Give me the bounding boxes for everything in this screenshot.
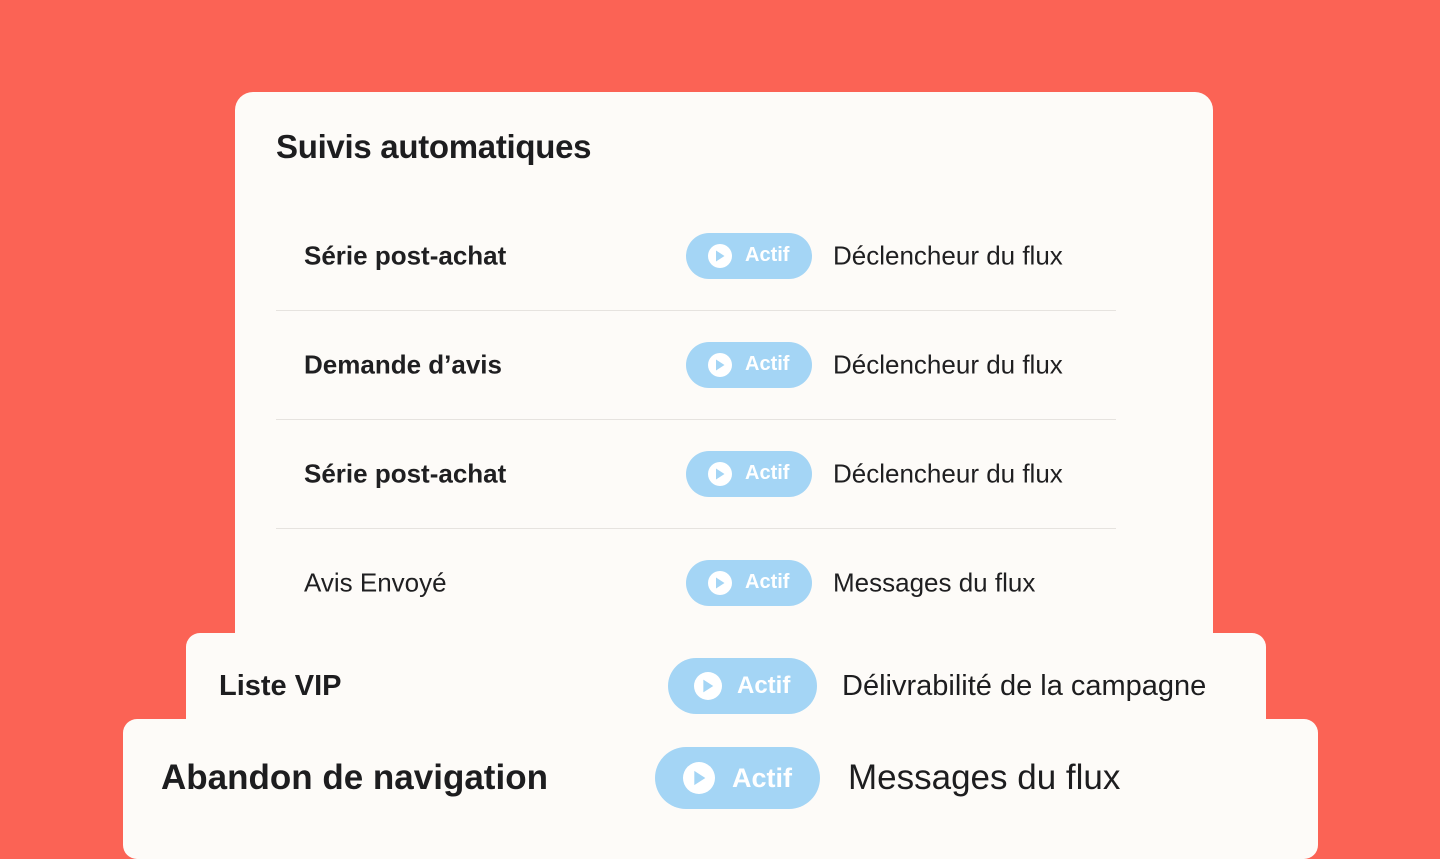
flow-trigger: Déclencheur du flux — [833, 349, 1063, 379]
play-circle-icon — [708, 461, 732, 486]
flow-row[interactable]: Série post-achat Actif Déclencheur du fl… — [276, 419, 1116, 529]
flow-name: Liste VIP — [219, 670, 342, 702]
flow-name: Série post-achat — [304, 240, 507, 270]
status-label: Actif — [745, 353, 790, 375]
flow-name: Abandon de navigation — [161, 758, 548, 797]
play-circle-icon — [708, 570, 732, 595]
status-label: Actif — [745, 244, 790, 266]
status-label: Actif — [745, 571, 790, 593]
flow-trigger: Déclencheur du flux — [833, 458, 1063, 488]
flow-row[interactable]: Avis Envoyé Actif Messages du flux — [276, 528, 1116, 637]
status-label: Actif — [745, 462, 790, 484]
flow-trigger: Messages du flux — [833, 567, 1036, 597]
status-badge[interactable]: Actif — [686, 341, 812, 388]
flow-name: Avis Envoyé — [304, 567, 447, 597]
browse-abandonment-card[interactable]: Abandon de navigation Actif Messages du … — [123, 719, 1318, 859]
panel-title: Suivis automatiques — [276, 128, 592, 165]
flow-name: Série post-achat — [304, 458, 507, 488]
status-badge[interactable]: Actif — [686, 450, 812, 497]
status-badge[interactable]: Actif — [668, 658, 817, 714]
status-label: Actif — [732, 762, 792, 793]
play-circle-icon — [694, 672, 722, 700]
flow-row[interactable]: Demande d’avis Actif Déclencheur du flux — [276, 310, 1116, 420]
status-badge[interactable]: Actif — [686, 559, 812, 606]
status-badge[interactable]: Actif — [655, 747, 820, 809]
flow-trigger: Délivrabilité de la campagne — [842, 670, 1207, 702]
play-circle-icon — [708, 352, 732, 377]
flow-trigger: Messages du flux — [848, 758, 1121, 797]
flow-row[interactable]: Série post-achat Actif Déclencheur du fl… — [276, 201, 1116, 311]
flow-trigger: Déclencheur du flux — [833, 240, 1063, 270]
play-circle-icon — [708, 243, 732, 268]
status-badge[interactable]: Actif — [686, 232, 812, 279]
flow-name: Demande d’avis — [304, 349, 502, 379]
status-label: Actif — [737, 672, 791, 699]
play-circle-icon — [683, 762, 715, 794]
